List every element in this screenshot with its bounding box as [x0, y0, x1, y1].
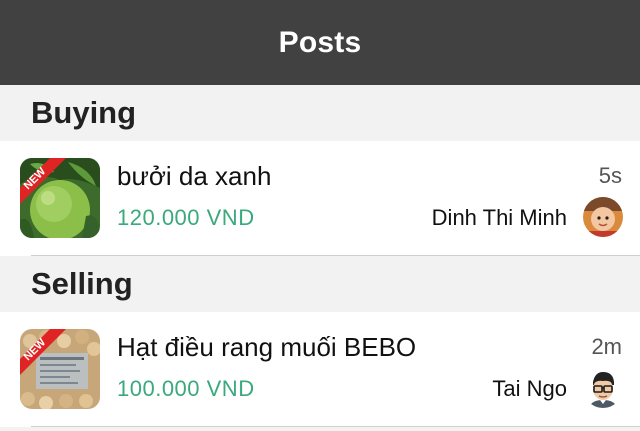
post-price: 120.000 VND	[117, 205, 255, 230]
cashew-bag-thumbnail: NEW	[20, 329, 100, 409]
post-title: bưởi da xanh	[117, 161, 272, 191]
section-header-buying: Buying	[0, 85, 640, 141]
seller-name: Dinh Thi Minh	[431, 205, 567, 230]
cashew-bag-photo-icon: NEW	[20, 329, 100, 409]
post-time: 2m	[591, 334, 622, 359]
seller-name: Tai Ngo	[492, 376, 567, 401]
post-row[interactable]: NEW Hạt điều rang muối BEBO 100.000 VND …	[0, 312, 640, 427]
pomelo-thumbnail: NEW	[20, 158, 100, 238]
post-title: Hạt điều rang muối BEBO	[117, 332, 417, 362]
row-separator	[31, 426, 640, 427]
page-title: Posts	[278, 25, 362, 59]
avatar[interactable]	[583, 197, 623, 237]
section-title: Buying	[31, 95, 137, 130]
child-photo-avatar-icon	[583, 197, 623, 237]
post-time: 5s	[598, 163, 622, 188]
pomelo-photo-icon: NEW	[20, 158, 100, 238]
nav-bar: Posts	[0, 0, 640, 85]
post-row[interactable]: NEW bưởi da xanh 120.000 VND 5s Dinh Thi…	[0, 141, 640, 256]
avatar[interactable]	[583, 368, 623, 408]
section-title: Selling	[31, 266, 133, 301]
cartoon-man-avatar-icon	[583, 368, 623, 408]
post-price: 100.000 VND	[117, 376, 255, 401]
section-header-selling: Selling	[0, 256, 640, 312]
